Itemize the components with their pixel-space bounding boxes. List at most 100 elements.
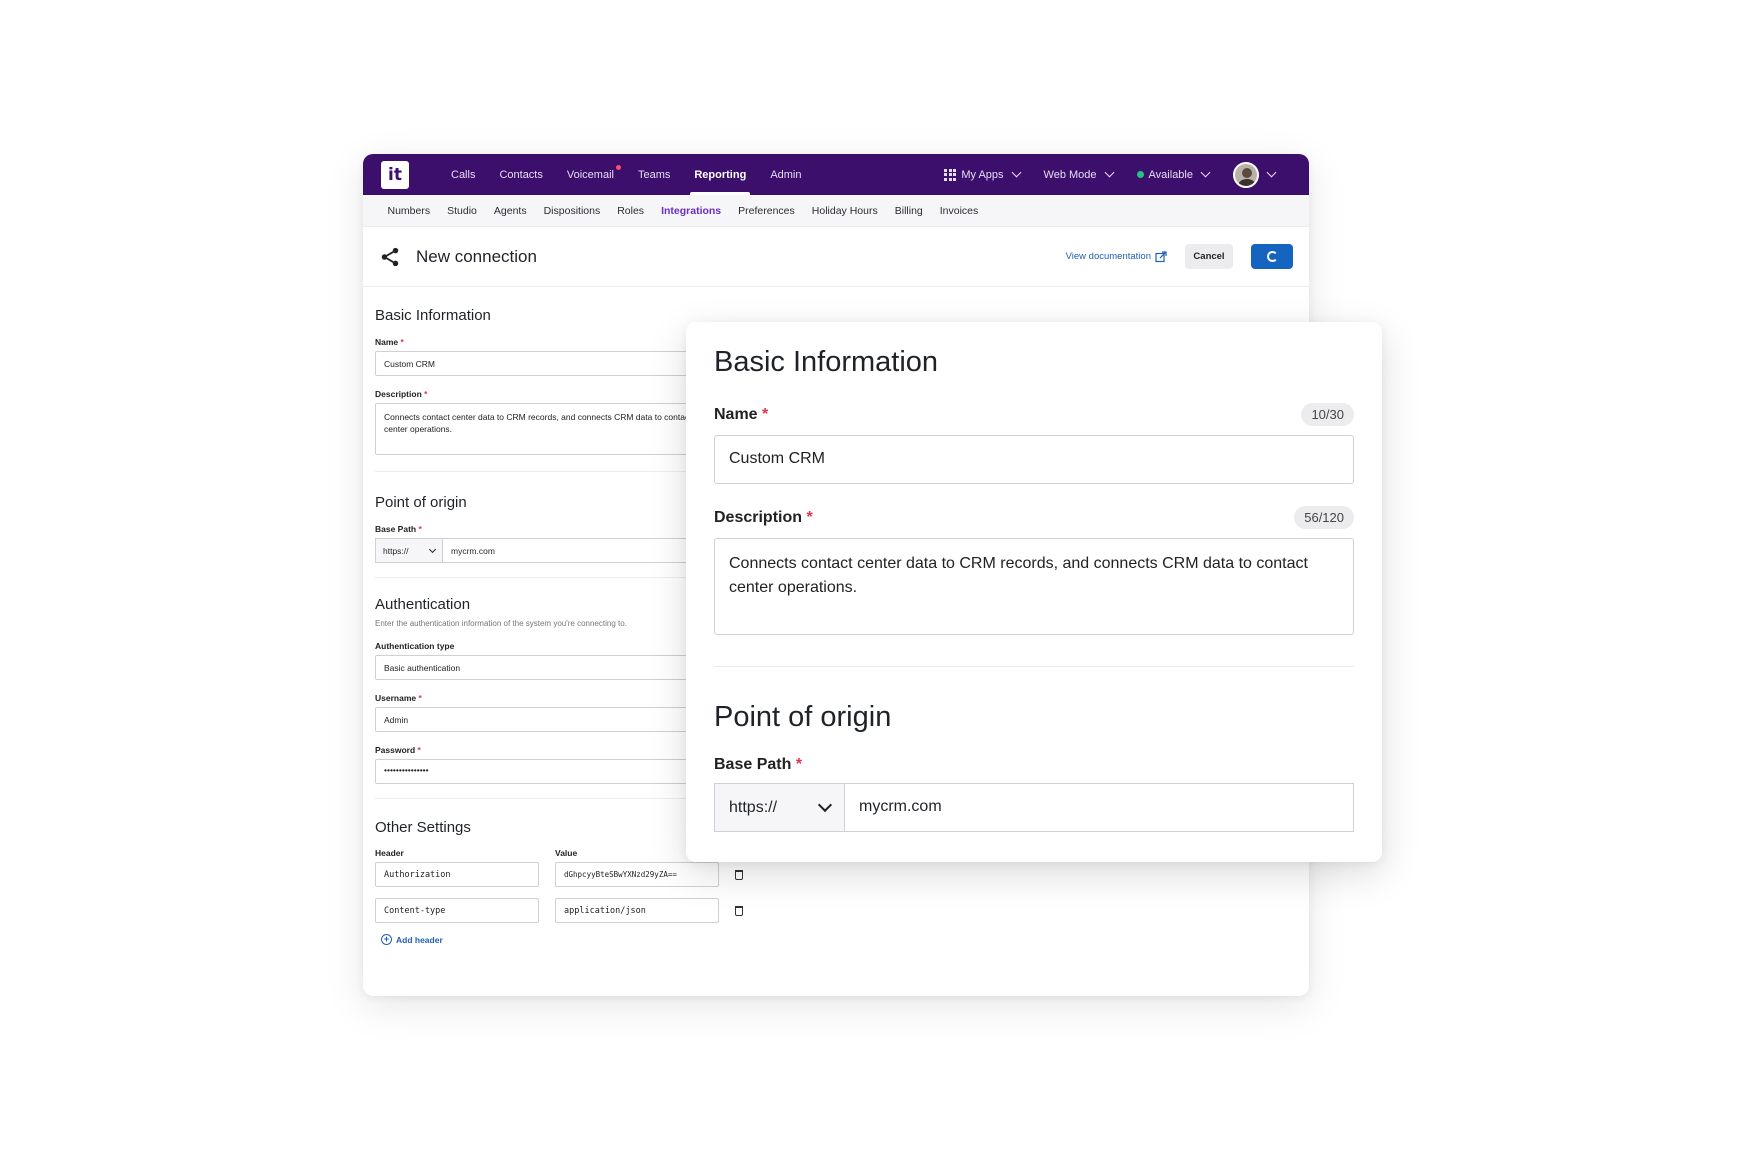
view-documentation-label: View documentation [1065,251,1151,262]
app-logo[interactable]: it [381,160,409,189]
plus-circle-icon: + [381,934,392,945]
zoom-description-label-row: Description * 56/120 [714,506,1354,529]
zoom-name-label-text: Name [714,405,758,423]
subnav-numbers[interactable]: Numbers [379,205,439,217]
topnav-voicemail-label: Voicemail [566,168,614,181]
topnav-teams[interactable]: Teams [626,154,682,195]
base-path-row: https:// mycrm.com [375,538,715,563]
required-mark: * [400,337,404,347]
zoom-description-label: Description * [714,509,813,527]
description-char-count: 56/120 [1294,506,1354,529]
password-label-text: Password [375,745,416,755]
top-nav: Calls Contacts Voicemail Teams Reporting… [439,154,814,195]
header-name-input[interactable]: Content-type [375,898,539,923]
section-divider [375,798,715,799]
subnav-billing[interactable]: Billing [886,205,931,217]
password-input[interactable]: ••••••••••••••• [375,759,715,784]
username-label-text: Username [375,693,417,703]
external-link-icon [1155,250,1167,262]
description-label-text: Description [375,389,422,399]
protocol-select[interactable]: https:// [375,538,443,563]
my-apps-menu[interactable]: My Apps [944,167,1021,181]
topnav-calls[interactable]: Calls [439,154,487,195]
zoom-description-label-text: Description [714,508,803,526]
status-menu[interactable]: Available [1136,167,1211,181]
topnav-admin[interactable]: Admin [758,154,813,195]
subnav-invoices[interactable]: Invoices [931,205,987,217]
avatar [1233,161,1259,188]
subnav-studio[interactable]: Studio [439,205,486,217]
chevron-down-icon [1266,167,1277,178]
zoom-name-input[interactable]: Custom CRM [714,435,1354,484]
subnav-integrations[interactable]: Integrations [653,205,730,217]
host-input[interactable]: mycrm.com [443,538,715,563]
zoom-section-divider [714,666,1354,667]
top-right-controls: My Apps Web Mode Available [944,154,1277,195]
header-value-input[interactable]: application/json [555,898,719,923]
share-icon [381,247,399,266]
header-value-input[interactable]: dGhpcyyBteSBwYXNzd29yZA== [555,862,719,887]
header-column-label: Header [375,848,404,858]
zoom-section-title-basic: Basic Information [714,346,939,378]
status-label: Available [1148,168,1193,181]
zoom-base-path-label-text: Base Path [714,756,792,773]
subnav-holiday-hours[interactable]: Holiday Hours [803,205,886,217]
chevron-down-icon [1011,167,1021,178]
zoom-protocol-select[interactable]: https:// [714,783,845,832]
auth-type-select[interactable]: Basic authentication [375,655,715,680]
zoom-base-path-row: https:// mycrm.com [714,783,1354,832]
name-label-text: Name [375,337,399,347]
chevron-down-icon [1104,167,1114,178]
zoom-base-path-label: Base Path * [714,756,1354,774]
subnav-dispositions[interactable]: Dispositions [535,205,609,217]
chevron-down-icon [817,797,833,812]
web-mode-menu[interactable]: Web Mode [1043,167,1114,181]
header-name-input[interactable]: Authorization [375,862,539,887]
notification-dot [615,165,621,170]
app-grid-icon [944,168,957,181]
protocol-value: https:// [383,545,409,556]
user-menu[interactable] [1233,161,1277,188]
zoom-name-label: Name * [714,406,768,424]
name-input[interactable]: Custom CRM [375,351,715,376]
zoom-name-label-row: Name * 10/30 [714,403,1354,426]
page-header: New connection View documentation Cancel [363,227,1309,287]
subnav-preferences[interactable]: Preferences [730,205,804,217]
required-mark: * [417,745,421,755]
add-header-button[interactable]: + Add header [375,934,1297,945]
subnav-roles[interactable]: Roles [609,205,653,217]
topnav-reporting[interactable]: Reporting [682,154,758,195]
required-mark: * [418,524,422,534]
subnav-agents[interactable]: Agents [485,205,535,217]
zoom-host-input[interactable]: mycrm.com [845,783,1354,832]
topnav-contacts[interactable]: Contacts [487,154,554,195]
username-input[interactable]: Admin [375,707,715,732]
delete-header-icon[interactable] [735,905,743,916]
description-textarea[interactable]: Connects contact center data to CRM reco… [375,403,715,455]
loading-spinner-icon [1266,251,1278,262]
zoom-description-textarea[interactable]: Connects contact center data to CRM reco… [714,538,1354,635]
zoom-protocol-value: https:// [729,798,778,816]
required-mark: * [424,389,428,399]
base-path-label-text: Base Path [375,524,417,534]
save-button[interactable] [1251,244,1293,269]
delete-header-icon[interactable] [735,869,743,880]
topnav-voicemail[interactable]: Voicemail [555,154,626,195]
name-char-count: 10/30 [1301,403,1354,426]
section-divider [375,471,715,472]
required-mark: * [418,693,422,703]
view-documentation-link[interactable]: View documentation [1065,250,1167,263]
zoom-section-title-origin: Point of origin [714,701,892,733]
cancel-button[interactable]: Cancel [1185,244,1233,269]
required-mark: * [806,508,813,526]
page-title: New connection [416,246,537,266]
section-divider [375,577,715,578]
header-row: Authorization dGhpcyyBteSBwYXNzd29yZA== [375,862,1297,887]
required-mark: * [762,405,769,423]
header-row: Content-type application/json [375,898,1297,923]
add-header-label: Add header [396,934,443,945]
chevron-down-icon [428,545,437,554]
zoom-callout: Basic Information Name * 10/30 Custom CR… [686,322,1382,862]
web-mode-label: Web Mode [1043,168,1097,181]
header-actions: View documentation Cancel [1066,244,1293,269]
